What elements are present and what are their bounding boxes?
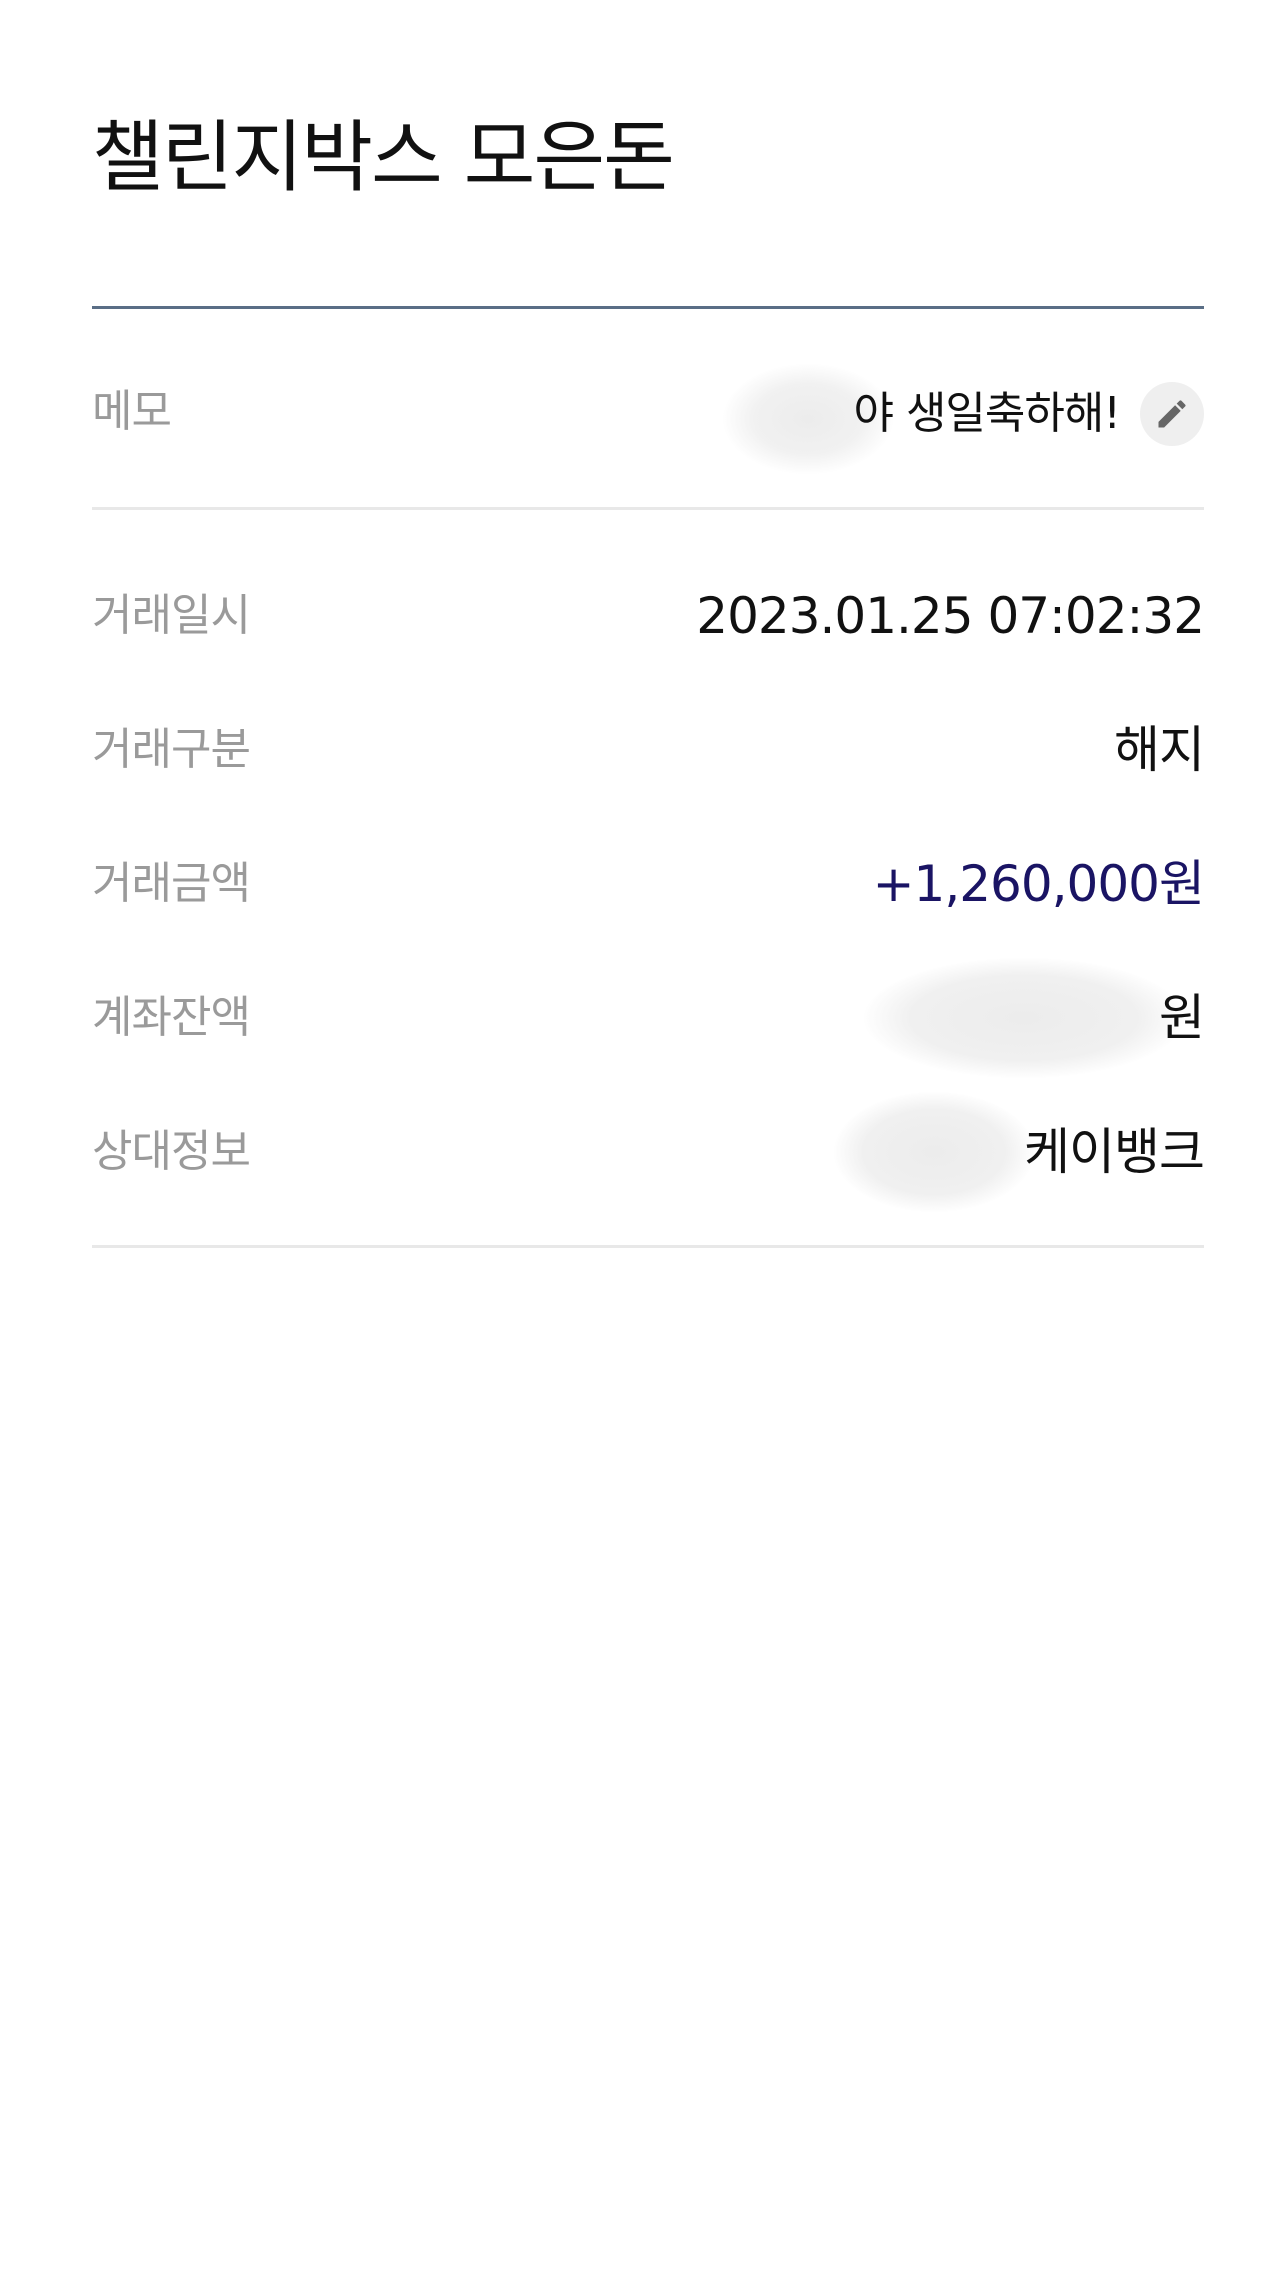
counterparty-value: 케이뱅크 xyxy=(1024,1123,1205,1181)
pencil-icon xyxy=(1158,400,1186,428)
amount-label: 거래금액 xyxy=(92,858,251,909)
transaction-detail-page: 챌린지박스 모은돈 메모 야 생일축하해! 거래일시 2023.01.25 07… xyxy=(0,0,1280,2277)
page-title: 챌린지박스 모은돈 xyxy=(92,113,675,203)
memo-edit-button[interactable] xyxy=(1140,382,1204,446)
memo-value-text: 야 생일축하해! xyxy=(853,388,1121,439)
type-value: 해지 xyxy=(1114,721,1205,779)
counterparty-redacted-blur xyxy=(834,1092,1034,1212)
counterparty-label: 상대정보 xyxy=(92,1126,251,1177)
balance-label: 계좌잔액 xyxy=(92,992,251,1043)
details-divider xyxy=(92,1245,1204,1248)
detail-row-amount: 거래금액 +1,260,000원 xyxy=(92,846,1205,926)
memo-value: 야 생일축하해! xyxy=(723,364,1121,474)
detail-row-counterparty: 상대정보 케이뱅크 xyxy=(92,1092,1205,1212)
detail-row-date: 거래일시 2023.01.25 07:02:32 xyxy=(92,578,1205,658)
memo-row: 메모 야 생일축하해! xyxy=(92,360,1204,474)
memo-value-wrap: 야 생일축하해! xyxy=(723,364,1204,474)
type-label: 거래구분 xyxy=(92,724,251,775)
date-value: 2023.01.25 07:02:32 xyxy=(696,587,1205,645)
amount-value: +1,260,000원 xyxy=(872,855,1205,913)
memo-label: 메모 xyxy=(92,386,172,437)
detail-row-balance: 계좌잔액 원 xyxy=(92,958,1205,1078)
balance-redacted-blur xyxy=(864,958,1184,1078)
date-label: 거래일시 xyxy=(92,590,251,641)
title-divider xyxy=(92,306,1204,309)
detail-row-type: 거래구분 해지 xyxy=(92,712,1205,792)
balance-value: 원 xyxy=(1159,989,1205,1047)
memo-divider xyxy=(92,507,1204,510)
